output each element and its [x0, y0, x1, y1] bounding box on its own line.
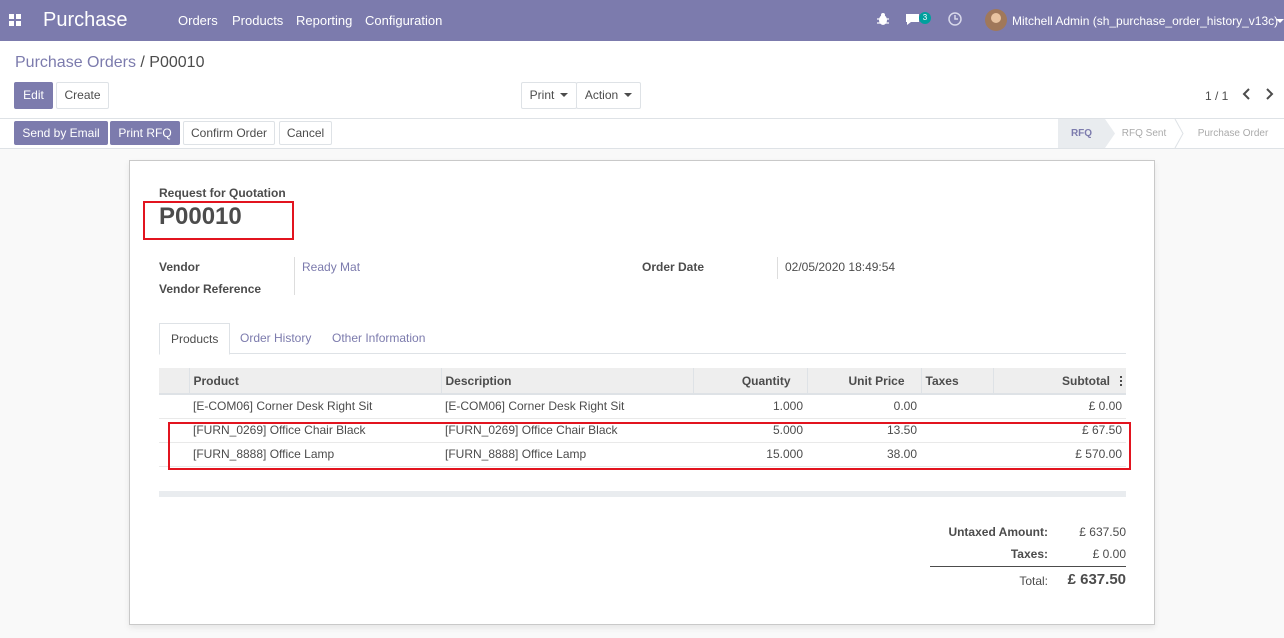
pager-next-icon[interactable] — [1265, 87, 1275, 104]
cell-unit-price[interactable]: 0.00 — [807, 394, 921, 419]
breadcrumb-separator: / — [140, 54, 145, 71]
cancel-button[interactable]: Cancel — [279, 121, 332, 145]
print-label: Print — [529, 88, 555, 102]
user-menu[interactable]: Mitchell Admin (sh_purchase_order_histor… — [1012, 14, 1278, 28]
send-by-email-button[interactable]: Send by Email — [14, 121, 108, 145]
activity-clock-icon[interactable] — [948, 12, 962, 29]
handle-column-header — [159, 368, 189, 395]
field-divider — [777, 257, 778, 279]
column-header-subtotal-cell: Subtotal — [992, 368, 1126, 395]
stage-rfq-sent[interactable]: RFQ Sent — [1114, 119, 1174, 148]
taxes-label: Taxes: — [1010, 547, 1048, 561]
caret-down-icon — [560, 93, 569, 97]
caret-down-icon — [624, 93, 633, 97]
field-divider — [294, 257, 295, 295]
apps-menu-icon[interactable] — [9, 14, 21, 26]
column-header-unit-price[interactable]: Unit Price — [806, 368, 921, 395]
table-footer — [159, 491, 1126, 497]
stage-arrow — [1174, 119, 1184, 148]
user-caret-icon[interactable] — [1276, 19, 1284, 23]
column-header-subtotal[interactable]: Subtotal — [1062, 374, 1110, 388]
vendor-value[interactable]: Ready Mat — [302, 260, 360, 274]
total-value: £ 637.50 — [1067, 571, 1126, 588]
cell-description[interactable]: [E-COM06] Corner Desk Right Sit — [441, 394, 693, 419]
highlight-box-lines — [168, 422, 1131, 470]
form-sheet: Request for Quotation P00010 Vendor Read… — [129, 160, 1155, 625]
print-dropdown[interactable]: Print — [521, 82, 577, 109]
untaxed-amount-value: £ 637.50 — [1079, 525, 1126, 539]
control-panel: Purchase Orders / P00010 Edit Create Pri… — [0, 41, 1284, 119]
action-label: Action — [584, 88, 619, 102]
breadcrumb-current: P00010 — [149, 54, 205, 71]
menu-reporting[interactable]: Reporting — [296, 13, 352, 28]
total-row: Total: £ 637.50 — [930, 571, 1126, 589]
edit-button[interactable]: Edit — [14, 82, 53, 109]
taxes-row: Taxes: £ 0.00 — [930, 547, 1126, 565]
optional-columns-icon[interactable] — [1120, 375, 1122, 386]
menu-products[interactable]: Products — [232, 13, 283, 28]
column-header-product[interactable]: Product — [188, 368, 441, 395]
tab-other-information[interactable]: Other Information — [321, 323, 436, 354]
untaxed-amount-label: Untaxed Amount: — [948, 525, 1048, 539]
status-bar: Send by Email Print RFQ Confirm Order Ca… — [0, 119, 1284, 149]
user-avatar[interactable] — [985, 9, 1007, 31]
totals-divider — [930, 566, 1126, 567]
order-date-value[interactable]: 02/05/2020 18:49:54 — [785, 260, 895, 274]
cell-product[interactable]: [E-COM06] Corner Desk Right Sit — [189, 394, 441, 419]
pager-value[interactable]: 1 / 1 — [1205, 89, 1228, 103]
print-rfq-button[interactable]: Print RFQ — [110, 121, 180, 145]
chat-icon[interactable] — [905, 13, 920, 29]
app-name: Purchase — [43, 9, 128, 31]
tab-order-history[interactable]: Order History — [229, 323, 322, 354]
cell-subtotal: £ 0.00 — [993, 394, 1126, 419]
cell-taxes[interactable] — [921, 394, 993, 419]
column-header-quantity[interactable]: Quantity — [692, 368, 807, 395]
taxes-value: £ 0.00 — [1092, 547, 1126, 561]
menu-configuration[interactable]: Configuration — [365, 13, 442, 28]
table-row[interactable]: [E-COM06] Corner Desk Right Sit [E-COM06… — [159, 394, 1126, 419]
stage-rfq[interactable]: RFQ — [1058, 119, 1105, 148]
action-dropdown[interactable]: Action — [576, 82, 641, 109]
order-date-label: Order Date — [642, 260, 705, 274]
breadcrumb-purchase-orders[interactable]: Purchase Orders — [15, 54, 136, 71]
vendor-label: Vendor — [159, 260, 200, 274]
messages-badge: 3 — [919, 12, 931, 24]
top-navbar: Purchase Orders Products Reporting Confi… — [0, 0, 1284, 41]
document-type-label: Request for Quotation — [159, 186, 286, 200]
untaxed-amount-row: Untaxed Amount: £ 637.50 — [930, 525, 1126, 543]
vendor-reference-label: Vendor Reference — [159, 282, 262, 296]
row-handle — [159, 394, 189, 419]
breadcrumb: Purchase Orders / P00010 — [15, 54, 204, 72]
menu-orders[interactable]: Orders — [178, 13, 218, 28]
table-header-row: Product Description Quantity Unit Price … — [159, 368, 1126, 395]
notebook-tabs: Products Order History Other Information — [159, 323, 1126, 355]
create-button[interactable]: Create — [56, 82, 109, 109]
highlight-box-name — [143, 201, 294, 240]
tab-products[interactable]: Products — [159, 323, 231, 355]
cell-quantity[interactable]: 1.000 — [693, 394, 807, 419]
bug-icon[interactable] — [877, 12, 889, 29]
pager-previous-icon[interactable] — [1241, 87, 1251, 104]
stage-purchase-order[interactable]: Purchase Order — [1186, 119, 1280, 148]
confirm-order-button[interactable]: Confirm Order — [183, 121, 275, 145]
total-label: Total: — [1019, 574, 1048, 588]
column-header-taxes[interactable]: Taxes — [920, 368, 993, 395]
column-header-description[interactable]: Description — [440, 368, 693, 395]
